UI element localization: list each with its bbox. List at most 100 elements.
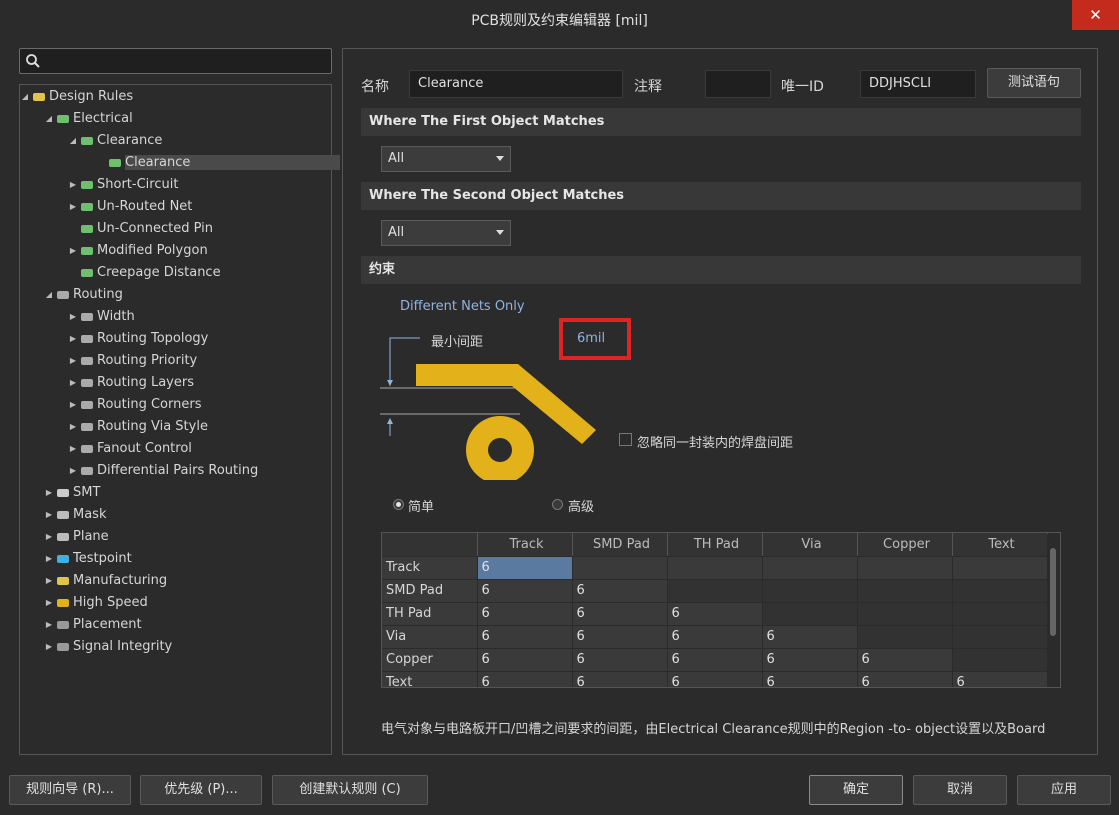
expand-arrow-icon[interactable]: ▶ [43, 614, 55, 636]
cancel-button[interactable]: 取消 [913, 775, 1007, 805]
test-query-button[interactable]: 测试语句 [987, 68, 1081, 98]
matrix-cell[interactable] [857, 556, 953, 580]
matrix-cell[interactable]: 6 [572, 671, 668, 687]
collapse-arrow-icon[interactable]: ◢ [43, 108, 55, 130]
expand-arrow-icon[interactable]: ▶ [67, 460, 79, 482]
tree-item[interactable]: ◢ Routing [43, 284, 123, 306]
tree-item[interactable]: ▶ Plane [43, 526, 109, 548]
matrix-cell[interactable]: 6 [477, 671, 573, 687]
tree-item[interactable]: ▶ Routing Layers [67, 372, 194, 394]
expand-arrow-icon[interactable]: ▶ [43, 482, 55, 504]
expand-arrow-icon[interactable]: ▶ [43, 592, 55, 614]
expand-arrow-icon[interactable]: ▶ [67, 438, 79, 460]
expand-arrow-icon[interactable]: ▶ [67, 328, 79, 350]
search-input[interactable] [19, 48, 332, 74]
expand-arrow-icon[interactable]: ▶ [67, 196, 79, 218]
matrix-cell[interactable]: 6 [477, 556, 573, 580]
tree-item[interactable]: ▶ High Speed [43, 592, 148, 614]
matrix-cell[interactable]: 6 [762, 648, 858, 672]
expand-arrow-icon[interactable]: ▶ [43, 636, 55, 658]
tree-item-label: Manufacturing [73, 573, 168, 588]
expand-arrow-icon[interactable]: ▶ [67, 372, 79, 394]
mode-simple-radio[interactable] [393, 499, 404, 510]
matrix-cell[interactable]: 6 [667, 671, 763, 687]
matrix-cell[interactable]: 6 [667, 625, 763, 649]
chevron-down-icon [496, 156, 504, 161]
expand-arrow-icon[interactable]: ▶ [43, 526, 55, 548]
expand-arrow-icon[interactable]: ▶ [43, 548, 55, 570]
matrix-cell[interactable]: 6 [857, 671, 953, 687]
tree-item[interactable]: Un-Connected Pin [67, 218, 213, 240]
tree-item[interactable]: ▶ Modified Polygon [67, 240, 208, 262]
tree-item[interactable]: ◢ Clearance [67, 130, 162, 152]
matrix-cell[interactable]: 6 [477, 625, 573, 649]
matrix-cell[interactable]: 6 [667, 648, 763, 672]
matrix-cell[interactable]: 6 [572, 579, 668, 603]
tree-item[interactable]: ◢ Electrical [43, 108, 133, 130]
tree-item[interactable]: Clearance [95, 152, 341, 174]
apply-button[interactable]: 应用 [1017, 775, 1111, 805]
expand-arrow-icon[interactable]: ▶ [67, 350, 79, 372]
collapse-arrow-icon[interactable]: ◢ [43, 284, 55, 306]
tree-item[interactable]: ▶ Un-Routed Net [67, 196, 192, 218]
tree-item[interactable]: ▶ Mask [43, 504, 107, 526]
uid-field[interactable]: DDJHSCLI [860, 70, 976, 98]
name-field[interactable]: Clearance [409, 70, 623, 98]
collapse-arrow-icon[interactable]: ◢ [67, 130, 79, 152]
ignore-pads-checkbox[interactable] [619, 433, 632, 446]
expand-arrow-icon[interactable]: ▶ [67, 240, 79, 262]
mode-advanced-radio[interactable] [552, 499, 563, 510]
expand-arrow-icon[interactable]: ▶ [67, 174, 79, 196]
scrollbar-thumb[interactable] [1050, 548, 1056, 636]
tree-item[interactable]: ▶ Testpoint [43, 548, 132, 570]
matrix-cell[interactable] [667, 556, 763, 580]
create-default-rules-button[interactable]: 创建默认规则 (C) [272, 775, 428, 805]
matrix-column-header: TH Pad [667, 533, 763, 557]
collapse-arrow-icon[interactable]: ◢ [19, 86, 31, 108]
matrix-cell[interactable] [952, 556, 1048, 580]
expand-arrow-icon[interactable]: ▶ [43, 504, 55, 526]
first-match-dropdown[interactable]: All [381, 146, 511, 172]
tree-item[interactable]: ▶ Routing Corners [67, 394, 202, 416]
tree-item[interactable]: ▶ Width [67, 306, 135, 328]
close-button[interactable]: ✕ [1072, 0, 1119, 30]
expand-arrow-icon[interactable]: ▶ [43, 570, 55, 592]
tree-item-label: Creepage Distance [97, 265, 221, 280]
tree-item[interactable]: ▶ Manufacturing [43, 570, 167, 592]
matrix-scrollbar[interactable] [1047, 534, 1059, 686]
matrix-cell[interactable] [762, 556, 858, 580]
matrix-cell[interactable]: 6 [857, 648, 953, 672]
expand-arrow-icon[interactable]: ▶ [67, 416, 79, 438]
net-scope-selector[interactable]: Different Nets Only [400, 299, 525, 314]
matrix-cell[interactable]: 6 [667, 602, 763, 626]
tree-item[interactable]: ▶ SMT [43, 482, 101, 504]
second-match-dropdown[interactable]: All [381, 220, 511, 246]
expand-arrow-icon[interactable]: ▶ [67, 306, 79, 328]
matrix-cell[interactable]: 6 [477, 648, 573, 672]
min-clearance-value[interactable]: 6mil [577, 331, 605, 346]
rule-wizard-button[interactable]: 规则向导 (R)... [9, 775, 131, 805]
matrix-cell[interactable]: 6 [572, 602, 668, 626]
tree-item[interactable]: ▶ Differential Pairs Routing [67, 460, 258, 482]
priorities-button[interactable]: 优先级 (P)... [140, 775, 262, 805]
tree-item[interactable]: ▶ Routing Via Style [67, 416, 208, 438]
tree-item[interactable]: ▶ Routing Priority [67, 350, 197, 372]
ok-button[interactable]: 确定 [809, 775, 903, 805]
matrix-cell[interactable]: 6 [762, 625, 858, 649]
tree-item[interactable]: ▶ Placement [43, 614, 142, 636]
matrix-cell[interactable] [572, 556, 668, 580]
matrix-cell[interactable]: 6 [477, 579, 573, 603]
matrix-cell[interactable]: 6 [762, 671, 858, 687]
tree-item[interactable]: ▶ Short-Circuit [67, 174, 179, 196]
tree-item[interactable]: ▶ Signal Integrity [43, 636, 172, 658]
tree-item[interactable]: Creepage Distance [67, 262, 221, 284]
matrix-cell[interactable]: 6 [572, 625, 668, 649]
tree-item[interactable]: ▶ Routing Topology [67, 328, 208, 350]
matrix-cell[interactable]: 6 [952, 671, 1048, 687]
matrix-cell[interactable]: 6 [572, 648, 668, 672]
comment-field[interactable] [705, 70, 771, 98]
tree-item[interactable]: ▶ Fanout Control [67, 438, 192, 460]
tree-item[interactable]: ◢ Design Rules [19, 86, 133, 108]
expand-arrow-icon[interactable]: ▶ [67, 394, 79, 416]
matrix-cell[interactable]: 6 [477, 602, 573, 626]
